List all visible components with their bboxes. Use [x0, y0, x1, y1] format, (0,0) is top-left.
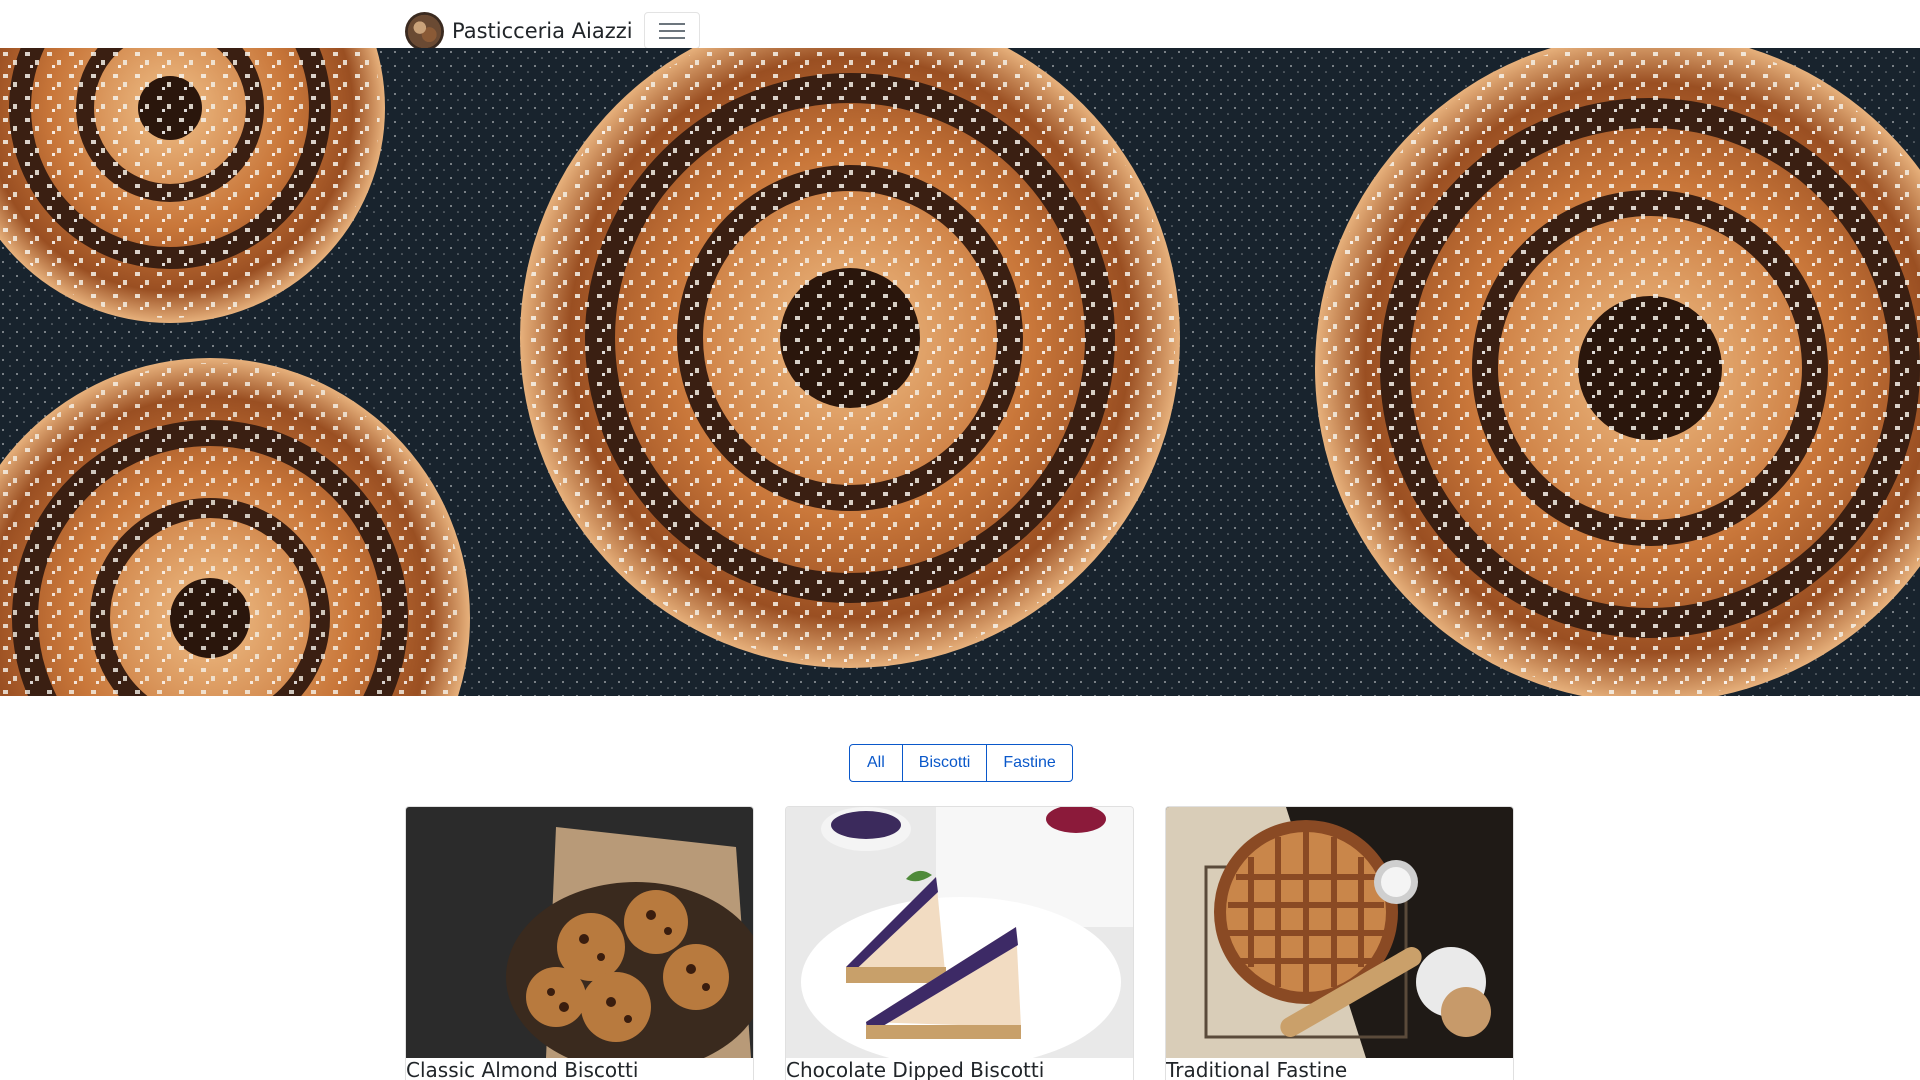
- product-title[interactable]: Chocolate Dipped Biscotti: [786, 1058, 1133, 1080]
- hero-banner: [0, 48, 1920, 696]
- hamburger-menu-icon: [659, 22, 685, 39]
- product-title[interactable]: Traditional Fastine: [1166, 1058, 1513, 1080]
- product-card[interactable]: Chocolate Dipped Biscotti: [785, 806, 1134, 1080]
- product-image-pie: [1166, 807, 1513, 1058]
- brand-link[interactable]: Pasticceria Aiazzi: [405, 12, 633, 51]
- product-title[interactable]: Classic Almond Biscotti: [406, 1058, 753, 1080]
- navbar: Pasticceria Aiazzi: [0, 0, 1920, 51]
- navbar-toggler-button[interactable]: [644, 12, 700, 49]
- filter-biscotti-button[interactable]: Biscotti: [901, 744, 988, 782]
- product-image-cookies: [406, 807, 753, 1058]
- product-card[interactable]: Traditional Fastine: [1165, 806, 1514, 1080]
- brand-name: Pasticceria Aiazzi: [452, 19, 633, 43]
- pastry-logo-icon: [405, 12, 444, 51]
- product-image-cheesecake: [786, 807, 1133, 1058]
- category-filter-group: All Biscotti Fastine: [849, 744, 1073, 782]
- hero-image: [0, 48, 1920, 696]
- product-card[interactable]: Classic Almond Biscotti: [405, 806, 754, 1080]
- filter-fastine-button[interactable]: Fastine: [986, 744, 1073, 782]
- filter-all-button[interactable]: All: [849, 744, 903, 782]
